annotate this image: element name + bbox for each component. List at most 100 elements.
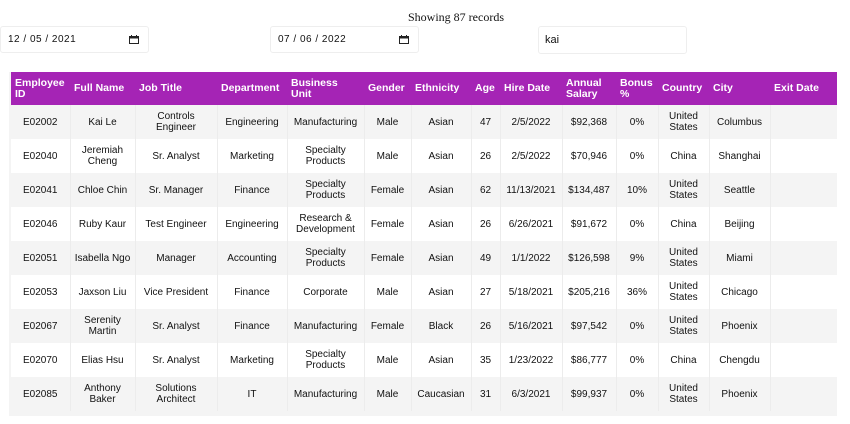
cell-exit-date <box>770 377 837 411</box>
cell-city: Phoenix <box>709 377 771 411</box>
cell-age: 26 <box>471 207 501 241</box>
cell-job-title: Vice President <box>135 275 218 309</box>
column-header-annual-salary[interactable]: Annual Salary <box>562 72 616 105</box>
table-row[interactable]: E02051 Isabella Ngo Manager Accounting Speci… <box>11 241 837 275</box>
cell-ethnicity: Asian <box>411 173 472 207</box>
cell-exit-date <box>770 309 837 343</box>
cell-bonus: 36% <box>616 275 659 309</box>
table-row[interactable]: E02040 Jeremiah Cheng Sr. Analyst Marketing… <box>11 139 837 173</box>
cell-gender: Female <box>364 309 412 343</box>
column-header-exit-date[interactable]: Exit Date <box>770 72 837 105</box>
column-header-country[interactable]: Country <box>658 72 709 105</box>
cell-business-unit: Specialty Products <box>287 241 365 275</box>
cell-department: Finance <box>217 275 288 309</box>
cell-employee-id: E02085 <box>11 377 71 411</box>
cell-hire-date: 5/18/2021 <box>500 275 563 309</box>
column-header-ethnicity[interactable]: Ethnicity <box>411 72 471 105</box>
column-header-bonus[interactable]: Bonus % <box>616 72 658 105</box>
cell-age: 35 <box>471 343 501 377</box>
start-date-value: 12 / 05 / 2021 <box>8 34 77 45</box>
cell-job-title: Sr. Analyst <box>135 139 218 173</box>
column-header-employee-id[interactable]: Employee ID <box>11 72 70 105</box>
table-row[interactable]: E02046 Ruby Kaur Test Engineer Engineering R… <box>11 207 837 241</box>
cell-city: Columbus <box>709 105 771 139</box>
cell-full-name: Kai Le <box>70 105 136 139</box>
column-header-age[interactable]: Age <box>471 72 500 105</box>
column-header-city[interactable]: City <box>709 72 770 105</box>
cell-job-title: Sr. Analyst <box>135 309 218 343</box>
cell-employee-id: E02051 <box>11 241 71 275</box>
cell-hire-date: 6/26/2021 <box>500 207 563 241</box>
cell-employee-id: E02046 <box>11 207 71 241</box>
cell-department: Finance <box>217 309 288 343</box>
calendar-icon[interactable] <box>399 35 409 44</box>
table-row[interactable]: E02041 Chloe Chin Sr. Manager Finance Specia… <box>11 173 837 207</box>
cell-job-title: Manager <box>135 241 218 275</box>
cell-full-name: Chloe Chin <box>70 173 136 207</box>
search-input[interactable] <box>538 26 687 54</box>
table-row[interactable]: E02002 Kai Le Controls Engineer Engineering… <box>11 105 837 139</box>
cell-employee-id: E02002 <box>11 105 71 139</box>
end-date-input[interactable]: 07 / 06 / 2022 <box>270 26 419 53</box>
cell-ethnicity: Asian <box>411 275 472 309</box>
cell-bonus: 10% <box>616 173 659 207</box>
column-header-hire-date[interactable]: Hire Date <box>500 72 562 105</box>
cell-city: Phoenix <box>709 309 771 343</box>
column-header-business-unit[interactable]: Business Unit <box>287 72 364 105</box>
cell-country: United States <box>658 173 710 207</box>
cell-ethnicity: Asian <box>411 207 472 241</box>
cell-ethnicity: Asian <box>411 139 472 173</box>
cell-business-unit: Specialty Products <box>287 139 365 173</box>
cell-full-name: Elias Hsu <box>70 343 136 377</box>
cell-bonus: 0% <box>616 377 659 411</box>
start-date-input[interactable]: 12 / 05 / 2021 <box>0 26 149 53</box>
column-header-gender[interactable]: Gender <box>364 72 411 105</box>
cell-ethnicity: Black <box>411 309 472 343</box>
cell-full-name: Ruby Kaur <box>70 207 136 241</box>
cell-age: 47 <box>471 105 501 139</box>
cell-exit-date <box>770 207 837 241</box>
cell-department: IT <box>217 377 288 411</box>
cell-employee-id: E02070 <box>11 343 71 377</box>
cell-annual-salary: $205,216 <box>562 275 617 309</box>
cell-full-name: Serenity Martin <box>70 309 136 343</box>
cell-business-unit: Corporate <box>287 275 365 309</box>
cell-hire-date: 1/1/2022 <box>500 241 563 275</box>
cell-exit-date <box>770 139 837 173</box>
cell-country: United States <box>658 309 710 343</box>
cell-bonus: 0% <box>616 309 659 343</box>
cell-country: China <box>658 139 710 173</box>
cell-country: China <box>658 207 710 241</box>
cell-country: United States <box>658 275 710 309</box>
cell-annual-salary: $99,937 <box>562 377 617 411</box>
cell-bonus: 0% <box>616 207 659 241</box>
cell-business-unit: Manufacturing <box>287 309 365 343</box>
cell-hire-date: 11/13/2021 <box>500 173 563 207</box>
cell-age: 26 <box>471 139 501 173</box>
cell-ethnicity: Asian <box>411 343 472 377</box>
cell-city: Shanghai <box>709 139 771 173</box>
column-header-full-name[interactable]: Full Name <box>70 72 135 105</box>
cell-gender: Male <box>364 377 412 411</box>
cell-hire-date: 6/3/2021 <box>500 377 563 411</box>
cell-exit-date <box>770 343 837 377</box>
table-row[interactable]: E02067 Serenity Martin Sr. Analyst Finance M… <box>11 309 837 343</box>
cell-country: China <box>658 343 710 377</box>
column-header-department[interactable]: Department <box>217 72 287 105</box>
column-header-job-title[interactable]: Job Title <box>135 72 217 105</box>
cell-full-name: Jaxson Liu <box>70 275 136 309</box>
calendar-icon[interactable] <box>129 35 139 44</box>
table-row[interactable]: E02085 Anthony Baker Solutions Architect IT… <box>11 377 837 411</box>
employee-table-container[interactable]: Employee ID Full Name Job Title Departme… <box>9 72 837 416</box>
cell-job-title: Solutions Architect <box>135 377 218 411</box>
cell-employee-id: E02053 <box>11 275 71 309</box>
cell-country: United States <box>658 377 710 411</box>
cell-annual-salary: $70,946 <box>562 139 617 173</box>
cell-city: Miami <box>709 241 771 275</box>
cell-exit-date <box>770 105 837 139</box>
cell-employee-id: E02041 <box>11 173 71 207</box>
table-header-row: Employee ID Full Name Job Title Departme… <box>11 72 837 105</box>
table-row[interactable]: E02070 Elias Hsu Sr. Analyst Marketing Speci… <box>11 343 837 377</box>
table-row[interactable]: E02053 Jaxson Liu Vice President Finance Cor… <box>11 275 837 309</box>
cell-country: United States <box>658 105 710 139</box>
